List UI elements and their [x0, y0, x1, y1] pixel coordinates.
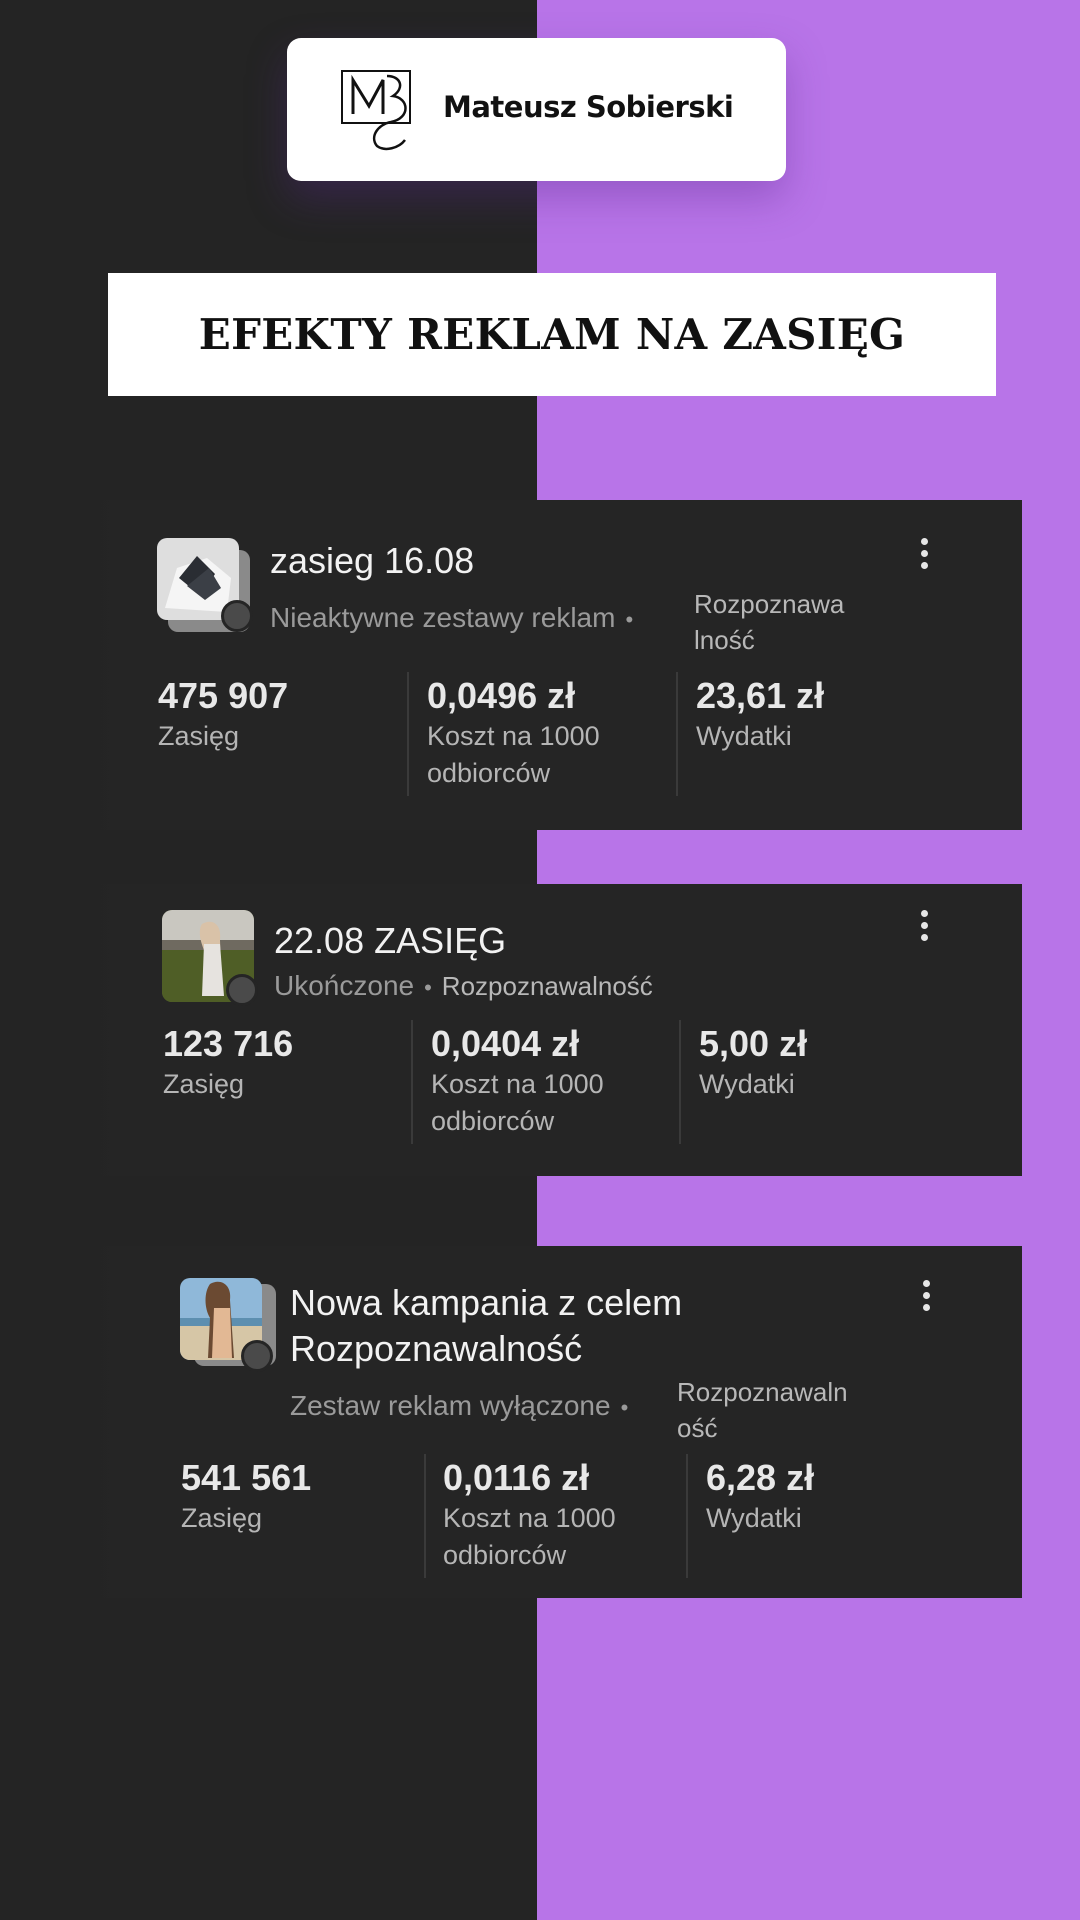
- objective-line-2: ość: [677, 1413, 718, 1443]
- metric-cpm: 0,0116 zł Koszt na 1000 odbiorców: [443, 1456, 616, 1574]
- status-text: Zestaw reklam wyłączone: [290, 1390, 611, 1421]
- metric-value: 6,28 zł: [706, 1457, 815, 1498]
- separator-dot: •: [424, 975, 432, 1000]
- campaign-name[interactable]: 22.08 ZASIĘG: [274, 918, 506, 964]
- brand-name: Mateusz Sobierski: [443, 90, 734, 124]
- metric-label: Zasięg: [181, 1503, 263, 1533]
- card-edge-fade: [80, 500, 120, 830]
- card-edge-fade: [80, 884, 120, 1176]
- campaign-objective: Rozpoznawa lność: [694, 586, 844, 658]
- card-edge-fade: [80, 1246, 120, 1598]
- status-text: Nieaktywne zestawy reklam: [270, 602, 616, 633]
- metric-label: Koszt na 1000: [427, 721, 600, 751]
- campaign-name-line-1: Nowa kampania z celem: [290, 1282, 683, 1323]
- more-vertical-icon[interactable]: [917, 910, 931, 946]
- more-vertical-icon[interactable]: [919, 1280, 933, 1316]
- metric-label: Zasięg: [163, 1069, 245, 1099]
- campaign-card-3[interactable]: Nowa kampania z celem Rozpoznawalność Ze…: [80, 1246, 1022, 1598]
- objective-line-2: lność: [694, 625, 755, 655]
- metric-divider: [407, 672, 409, 796]
- metric-reach: 541 561 Zasięg: [181, 1456, 311, 1537]
- metric-spend: 6,28 zł Wydatki: [706, 1456, 814, 1537]
- campaign-card-1[interactable]: zasieg 16.08 Nieaktywne zestawy reklam • …: [80, 500, 1022, 830]
- campaign-status: Ukończone • Rozpoznawalność: [274, 968, 653, 1006]
- page-title: EFEKTY REKLAM NA ZASIĘG: [198, 310, 906, 359]
- separator-dot: •: [625, 607, 634, 632]
- metric-label: Koszt na 1000: [443, 1503, 616, 1533]
- metric-spend: 23,61 zł Wydatki: [696, 674, 824, 755]
- metric-value: 123 716: [163, 1023, 294, 1064]
- metric-value: 541 561: [181, 1457, 312, 1498]
- metric-label: Wydatki: [696, 721, 792, 751]
- metric-label: Koszt na 1000: [431, 1069, 604, 1099]
- campaign-name[interactable]: Nowa kampania z celem Rozpoznawalność: [290, 1280, 682, 1372]
- metric-value: 475 907: [158, 675, 289, 716]
- campaign-name-line-2: Rozpoznawalność: [290, 1328, 583, 1369]
- metric-divider: [424, 1454, 426, 1578]
- status-dot-icon: [226, 974, 258, 1006]
- metric-reach: 123 716 Zasięg: [163, 1022, 293, 1103]
- metric-cpm: 0,0404 zł Koszt na 1000 odbiorców: [431, 1022, 604, 1140]
- metric-value: 5,00 zł: [699, 1023, 808, 1064]
- metric-reach: 475 907 Zasięg: [158, 674, 288, 755]
- metric-label: Wydatki: [699, 1069, 795, 1099]
- metric-label: Zasięg: [158, 721, 240, 751]
- title-banner: EFEKTY REKLAM NA ZASIĘG: [108, 273, 996, 396]
- campaign-name[interactable]: zasieg 16.08: [270, 538, 474, 584]
- metric-label: odbiorców: [427, 758, 551, 788]
- metric-label: odbiorców: [431, 1106, 555, 1136]
- metric-divider: [679, 1020, 681, 1144]
- objective-line-1: Rozpoznawaln: [677, 1377, 848, 1407]
- objective-line-1: Rozpoznawa: [694, 589, 845, 619]
- campaign-card-2[interactable]: 22.08 ZASIĘG Ukończone • Rozpoznawalność 1…: [80, 884, 1022, 1176]
- metric-divider: [686, 1454, 688, 1578]
- metric-divider: [411, 1020, 413, 1144]
- more-vertical-icon[interactable]: [917, 538, 931, 574]
- metric-value: 0,0404 zł: [431, 1023, 580, 1064]
- metric-value: 0,0116 zł: [443, 1457, 590, 1498]
- metric-label: odbiorców: [443, 1540, 567, 1570]
- separator-dot: •: [620, 1395, 629, 1420]
- metric-value: 23,61 zł: [696, 675, 825, 716]
- status-dot-icon: [221, 600, 253, 632]
- status-text: Ukończone: [274, 970, 415, 1001]
- metric-cpm: 0,0496 zł Koszt na 1000 odbiorców: [427, 674, 600, 792]
- metric-value: 0,0496 zł: [427, 675, 576, 716]
- campaign-objective: Rozpoznawaln ość: [677, 1374, 848, 1446]
- monogram-logo-icon: [341, 70, 411, 151]
- campaign-status: Nieaktywne zestawy reklam •: [270, 600, 643, 638]
- campaign-status: Zestaw reklam wyłączone •: [290, 1388, 638, 1426]
- metric-divider: [676, 672, 678, 796]
- brand-logo-card: Mateusz Sobierski: [287, 38, 786, 181]
- metric-label: Wydatki: [706, 1503, 802, 1533]
- objective-text: Rozpoznawalność: [441, 971, 653, 1001]
- metric-spend: 5,00 zł Wydatki: [699, 1022, 807, 1103]
- status-dot-icon: [241, 1340, 273, 1372]
